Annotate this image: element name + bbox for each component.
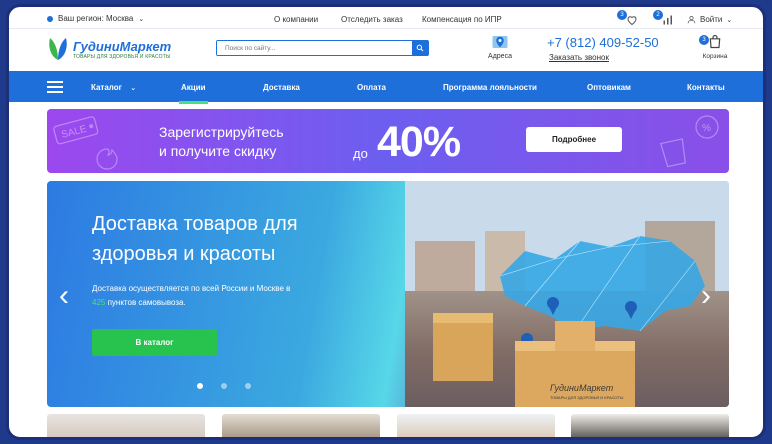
nav-item-wholesale[interactable]: Оптовикам — [587, 83, 631, 92]
track-order-link[interactable]: Отследить заказ — [341, 15, 403, 24]
main-nav: Каталог ⌄ Акции Доставка Оплата Программ… — [9, 71, 763, 104]
location-dot-icon — [47, 15, 53, 22]
sale-tag-text: SALE — [60, 124, 88, 141]
search-input[interactable] — [217, 41, 412, 55]
favorites-badge: 3 — [617, 10, 627, 20]
pickup-count: 425 — [92, 298, 106, 307]
logo[interactable]: ГудиниМаркет ТОВАРЫ ДЛЯ ЗДОРОВЬЯ И КРАСО… — [47, 36, 171, 62]
search-bar — [216, 40, 429, 56]
chevron-right-icon[interactable]: › — [701, 279, 711, 313]
russia-map-illustration: ГудиниМаркет ТОВАРЫ ДЛЯ ЗДОРОВЬЯ И КРАСО… — [405, 181, 729, 407]
slide-dot[interactable] — [197, 383, 203, 389]
hero-image: ГудиниМаркет ТОВАРЫ ДЛЯ ЗДОРОВЬЯ И КРАСО… — [405, 181, 729, 407]
map-pin-icon — [492, 36, 508, 48]
nav-item-promotions[interactable]: Акции — [179, 83, 208, 104]
about-link[interactable]: О компании — [274, 15, 318, 24]
logo-tagline: ТОВАРЫ ДЛЯ ЗДОРОВЬЯ И КРАСОТЫ — [73, 53, 171, 60]
svg-text:%: % — [702, 123, 711, 134]
category-card[interactable] — [47, 414, 205, 437]
compare-badge: 2 — [653, 10, 663, 20]
box-brand: ГудиниМаркет — [550, 383, 614, 393]
login-label: Войти — [700, 15, 723, 24]
promo-details-button[interactable]: Подробнее — [526, 127, 622, 152]
gift-bag-icon: % — [659, 115, 719, 168]
chevron-left-icon[interactable]: ‹ — [59, 279, 69, 313]
login-button[interactable]: Войти ⌄ — [687, 15, 732, 24]
shopping-bag-icon — [709, 34, 721, 49]
category-card[interactable] — [397, 414, 555, 437]
promo-line-2: и получите скидку — [159, 143, 277, 159]
hero-subtitle-line-1: Доставка осуществляется по всей России и… — [92, 284, 291, 293]
promo-prefix: до — [353, 146, 368, 161]
hero-slider: ГудиниМаркет ТОВАРЫ ДЛЯ ЗДОРОВЬЯ И КРАСО… — [47, 181, 729, 407]
site-header: ГудиниМаркет ТОВАРЫ ДЛЯ ЗДОРОВЬЯ И КРАСО… — [9, 29, 763, 71]
user-icon — [687, 15, 696, 24]
search-button[interactable] — [412, 41, 428, 55]
slide-dot[interactable] — [245, 383, 251, 389]
top-bar: Ваш регион: Москва ⌄ О компании Отследит… — [9, 7, 763, 29]
nav-item-payment[interactable]: Оплата — [357, 83, 386, 92]
compensation-link[interactable]: Компенсация по ИПР — [422, 15, 502, 24]
catalog-button[interactable]: В каталог — [92, 329, 217, 356]
hero-subtitle-line-2: пунктов самовывоза. — [107, 298, 186, 307]
chevron-down-icon: ⌄ — [130, 85, 137, 92]
region-selector[interactable]: Ваш регион: Москва ⌄ — [47, 14, 144, 23]
promo-line-1: Зарегистрируйтесь — [159, 124, 284, 140]
category-card[interactable] — [222, 414, 380, 437]
logo-name: ГудиниМаркет — [73, 38, 172, 54]
favorites-button[interactable]: 3 — [617, 10, 639, 26]
nav-item-label: Каталог — [91, 83, 122, 92]
nav-item-contacts[interactable]: Контакты — [687, 83, 725, 92]
heart-icon — [627, 16, 637, 26]
addresses-link[interactable]: Адреса — [485, 33, 515, 60]
callback-link[interactable]: Заказать звонок — [549, 53, 609, 62]
promo-discount: 40% — [377, 118, 461, 166]
cart-button[interactable]: 3 Корзина — [697, 33, 733, 60]
region-label: Ваш регион: Москва — [58, 14, 134, 23]
menu-icon[interactable] — [47, 81, 63, 96]
nav-item-catalog[interactable]: Каталог ⌄ — [91, 83, 136, 92]
chevron-down-icon: ⌄ — [138, 15, 145, 23]
hero-subtitle: Доставка осуществляется по всей России и… — [92, 282, 332, 310]
nav-item-delivery[interactable]: Доставка — [263, 83, 300, 92]
nav-item-loyalty[interactable]: Программа лояльности — [443, 83, 537, 92]
slider-dots — [197, 383, 251, 389]
hero-title-line-2: здоровья и красоты — [92, 243, 276, 265]
chevron-down-icon: ⌄ — [726, 16, 733, 24]
cart-badge: 3 — [699, 35, 709, 45]
search-icon — [416, 44, 424, 52]
cart-label: Корзина — [702, 53, 728, 60]
sale-tag-icon: SALE — [53, 116, 118, 170]
phone-number[interactable]: +7 (812) 409-52-50 — [547, 35, 659, 50]
page-frame: Ваш регион: Москва ⌄ О компании Отследит… — [6, 4, 766, 440]
box-tagline: ТОВАРЫ ДЛЯ ЗДОРОВЬЯ И КРАСОТЫ — [550, 395, 624, 400]
compare-button[interactable]: 2 — [653, 10, 675, 26]
hero-title-line-1: Доставка товаров для — [92, 213, 298, 235]
category-card[interactable] — [571, 414, 729, 437]
addresses-label: Адреса — [488, 53, 512, 60]
slide-dot[interactable] — [221, 383, 227, 389]
leaf-logo-icon — [49, 38, 67, 60]
promo-banner[interactable]: SALE Зарегистрируйтесь и получите скидку… — [47, 109, 729, 173]
bar-chart-icon — [663, 15, 672, 25]
